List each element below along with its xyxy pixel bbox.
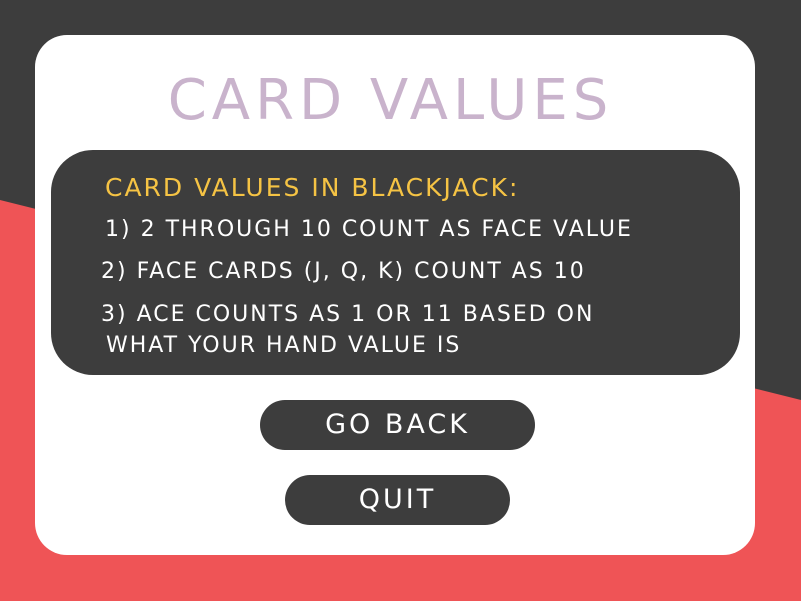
rule-3: 3) ACE COUNTS AS 1 OR 11 BASED ON [101,302,595,327]
quit-button[interactable]: QUIT [285,475,510,525]
page-title: CARD VALUES [167,68,614,133]
rule-2: 2) FACE CARDS (J, Q, K) COUNT AS 10 [101,259,586,284]
rules-heading: CARD VALUES IN BLACKJACK: [105,173,520,202]
rule-1: 1) 2 THROUGH 10 COUNT AS FACE VALUE [105,217,633,242]
rule-3-continued: WHAT YOUR HAND VALUE IS [106,333,462,358]
go-back-button[interactable]: GO BACK [260,400,535,450]
